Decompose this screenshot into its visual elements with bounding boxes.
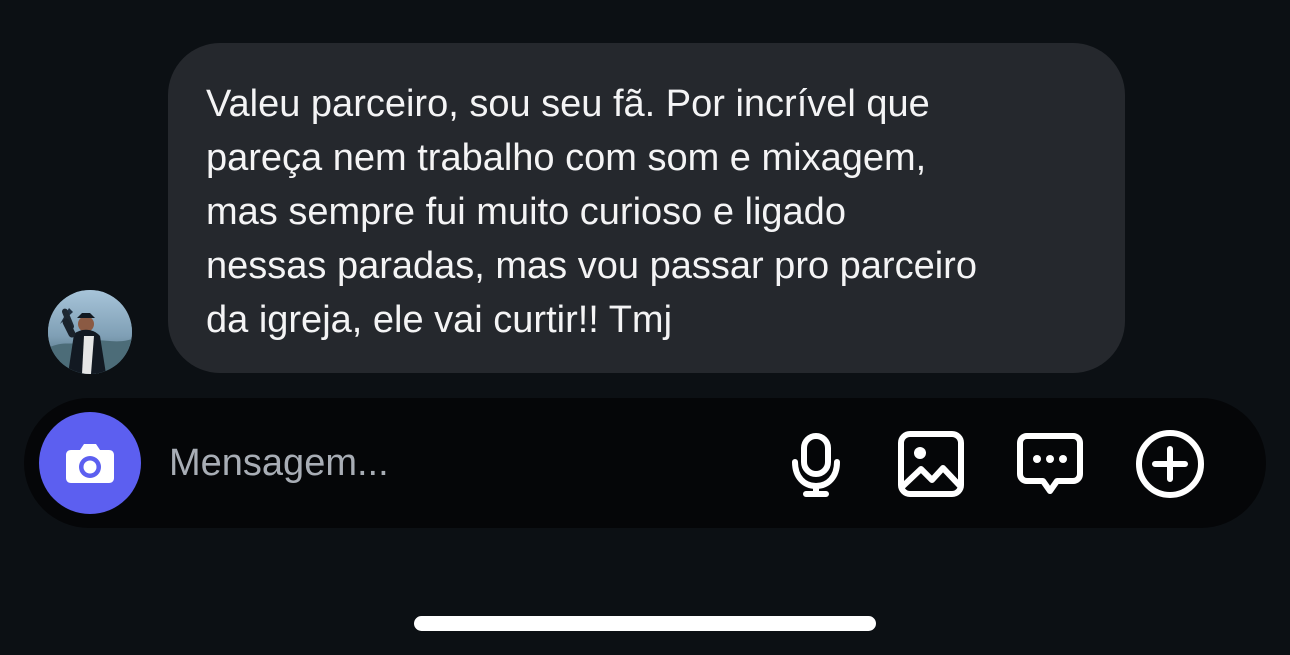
- microphone-icon: [792, 433, 840, 497]
- avatar[interactable]: [48, 290, 132, 374]
- profile-photo-icon: [48, 290, 132, 374]
- home-indicator[interactable]: [414, 616, 876, 631]
- camera-button[interactable]: [39, 412, 141, 514]
- message-text: Valeu parceiro, sou seu fã. Por incrível…: [206, 77, 1085, 347]
- incoming-message-row: Valeu parceiro, sou seu fã. Por incrível…: [0, 0, 1290, 390]
- image-icon: [898, 431, 964, 497]
- message-line: Valeu parceiro, sou seu fã. Por incrível…: [206, 83, 930, 125]
- more-options-button[interactable]: [1135, 429, 1205, 499]
- quick-reply-button[interactable]: [1015, 429, 1085, 499]
- message-input[interactable]: [169, 435, 729, 491]
- gallery-button[interactable]: [896, 429, 966, 499]
- voice-message-button[interactable]: [781, 429, 851, 499]
- camera-icon: [66, 444, 114, 483]
- plus-circle-icon: [1136, 430, 1204, 498]
- message-line: pareça nem trabalho com som e mixagem,: [206, 137, 927, 179]
- message-bubble[interactable]: Valeu parceiro, sou seu fã. Por incrível…: [168, 43, 1125, 373]
- direct-message-screen: Valeu parceiro, sou seu fã. Por incrível…: [0, 0, 1290, 655]
- message-line: da igreja, ele vai curtir!! Tmj: [206, 299, 673, 341]
- message-composer: [24, 398, 1266, 528]
- chat-bubble-icon: [1017, 433, 1083, 494]
- message-line: mas sempre fui muito curioso e ligado: [206, 191, 846, 233]
- message-line: nessas paradas, mas vou passar pro parce…: [206, 245, 977, 287]
